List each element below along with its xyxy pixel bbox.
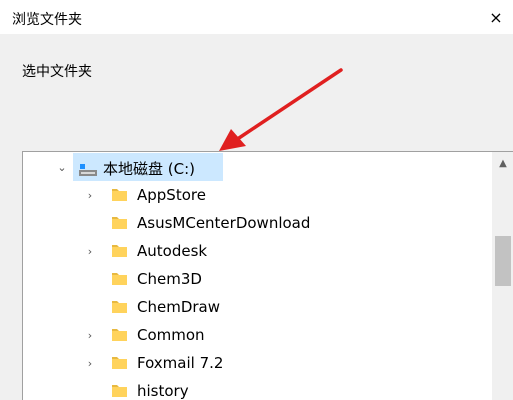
chevron-right-icon[interactable]: › [83, 181, 97, 209]
scroll-up-button[interactable]: ▲ [492, 152, 513, 174]
tree-item-label: AppStore [137, 186, 206, 204]
title-bar: 浏览文件夹 × [0, 0, 513, 34]
tree-item-label: Foxmail 7.2 [137, 354, 224, 372]
folder-icon [111, 326, 128, 343]
tree-item-label: ChemDraw [137, 298, 220, 316]
folder-icon [111, 242, 128, 259]
folder-icon [111, 186, 128, 203]
dialog-title: 浏览文件夹 [12, 12, 82, 28]
folder-icon [111, 270, 128, 287]
tree-item-label: history [137, 382, 189, 400]
scroll-thumb[interactable] [495, 236, 511, 286]
close-button[interactable]: × [479, 0, 513, 34]
vertical-scrollbar[interactable]: ▲ [492, 152, 513, 400]
tree-item-label: Autodesk [137, 242, 208, 260]
chevron-down-icon[interactable]: ⌄ [55, 153, 69, 181]
tree-item-label: AsusMCenterDownload [137, 214, 311, 232]
tree-item-label: Common [137, 326, 205, 344]
tree-item-label: 本地磁盘 (C:) [103, 160, 195, 178]
tree-item-folder[interactable]: › Autodesk [23, 237, 483, 265]
folder-icon [111, 382, 128, 399]
tree-item-folder[interactable]: AsusMCenterDownload [23, 209, 483, 237]
tree-item-folder[interactable]: ChemDraw [23, 293, 483, 321]
tree-item-folder[interactable]: › Foxmail 7.2 [23, 349, 483, 377]
tree-item-folder[interactable]: › Common [23, 321, 483, 349]
dialog-prompt: 选中文件夹 [22, 64, 92, 80]
tree-item-folder[interactable]: history [23, 377, 483, 400]
tree-item-folder[interactable]: Chem3D [23, 265, 483, 293]
folder-icon [111, 298, 128, 315]
chevron-up-icon: ▲ [499, 157, 507, 169]
folder-tree[interactable]: ⌄ 本地磁盘 (C:) › AppStore AsusMCenterDownload › A… [22, 151, 513, 400]
tree-item-folder[interactable]: › AppStore [23, 181, 483, 209]
chevron-right-icon[interactable]: › [83, 321, 97, 349]
folder-icon [111, 354, 128, 371]
chevron-right-icon[interactable]: › [83, 349, 97, 377]
chevron-right-icon[interactable]: › [83, 237, 97, 265]
tree-item-label: Chem3D [137, 270, 202, 288]
close-icon: × [489, 7, 503, 27]
tree-item-root-drive[interactable]: ⌄ 本地磁盘 (C:) [57, 153, 223, 181]
drive-icon [79, 161, 97, 176]
folder-icon [111, 214, 128, 231]
